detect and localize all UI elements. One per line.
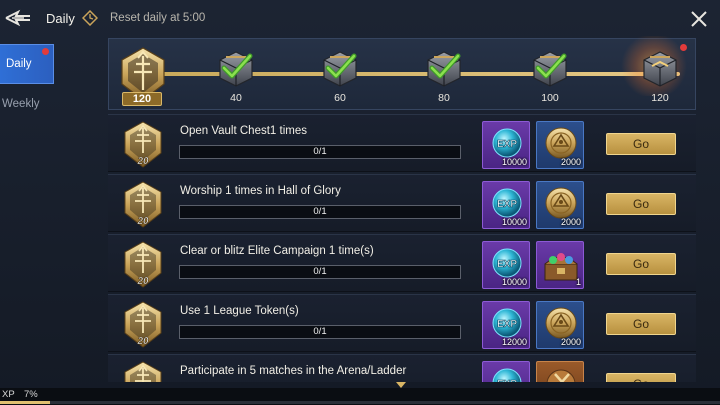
xp-label: XP: [2, 389, 15, 400]
task-row: 20 Participate in 5 matches in the Arena/…: [108, 354, 696, 382]
reward-slot[interactable]: 1: [536, 241, 584, 289]
milestone-chest-icon[interactable]: [420, 46, 468, 90]
go-button[interactable]: Go: [606, 373, 676, 382]
reward-slot[interactable]: [536, 361, 584, 382]
reward-amount: 12000: [501, 337, 527, 347]
task-description: Participate in 5 matches in the Arena/La…: [180, 365, 407, 377]
task-progress-text: 0/1: [313, 326, 327, 337]
reward-amount: 2000: [560, 157, 581, 167]
task-description: Worship 1 times in Hall of Glory: [180, 185, 341, 197]
reward-slot[interactable]: EXP: [482, 361, 530, 382]
reward-amount: 10000: [501, 277, 527, 287]
reward-slot[interactable]: EXP 10000: [482, 121, 530, 169]
task-progress-bar: 0/1: [179, 205, 461, 219]
xp-percent: 7%: [24, 389, 38, 400]
go-button[interactable]: Go: [606, 133, 676, 155]
tab-daily[interactable]: Daily: [0, 44, 54, 84]
task-progress-text: 0/1: [313, 206, 327, 217]
reward-amount: 10000: [501, 157, 527, 167]
reward-amount: 2000: [560, 337, 581, 347]
reward-amount: 2000: [560, 217, 581, 227]
milestone-chest-icon[interactable]: [316, 46, 364, 90]
milestone-chest-icon[interactable]: [526, 46, 574, 90]
tab-weekly-label: Weekly: [2, 98, 40, 110]
reset-time-text: Reset daily at 5:00: [110, 12, 206, 24]
task-progress-bar: 0/1: [179, 325, 461, 339]
reward-slot[interactable]: EXP 10000: [482, 181, 530, 229]
tab-daily-label: Daily: [6, 58, 32, 70]
task-row: 20 Clear or blitz Elite Campaign 1 time(s…: [108, 234, 696, 292]
reward-amount: 10000: [501, 217, 527, 227]
milestone-points-label: 120: [651, 92, 669, 104]
milestone-chest-icon[interactable]: [212, 46, 260, 90]
go-button[interactable]: Go: [606, 193, 676, 215]
task-badge-points: 20: [136, 276, 149, 287]
milestone-points-label: 60: [334, 92, 346, 104]
header-bar: Daily Reset daily at 5:00: [0, 0, 720, 38]
page-title: Daily: [46, 11, 75, 26]
task-description: Open Vault Chest1 times: [180, 125, 307, 137]
tab-weekly[interactable]: Weekly: [0, 98, 54, 122]
svg-text:EXP: EXP: [497, 199, 517, 210]
task-row: 20 Use 1 League Token(s) 0/1 EXP 12000 2000 Go: [108, 294, 696, 352]
reward-slot[interactable]: 2000: [536, 121, 584, 169]
task-badge-points: 20: [136, 336, 149, 347]
milestone-notification-dot: [680, 44, 687, 51]
svg-text:EXP: EXP: [497, 259, 517, 270]
task-row: 20 Worship 1 times in Hall of Glory 0/1 EXP…: [108, 174, 696, 232]
task-description: Use 1 League Token(s): [180, 305, 299, 317]
back-arrow-icon[interactable]: [4, 6, 32, 30]
task-progress-text: 0/1: [313, 146, 327, 157]
reward-slot[interactable]: 2000: [536, 181, 584, 229]
go-button[interactable]: Go: [606, 313, 676, 335]
milestone-points-label: 40: [230, 92, 242, 104]
reward-slot[interactable]: 2000: [536, 301, 584, 349]
sword-crest-icon: [546, 369, 576, 382]
task-points-badge-icon: 20: [124, 301, 162, 348]
diamond-clock-icon: [82, 10, 98, 26]
svg-text:EXP: EXP: [497, 139, 517, 150]
task-row: 20 Open Vault Chest1 times 0/1 EXP 10000 2000…: [108, 114, 696, 172]
exp-orb-icon: EXP: [492, 368, 522, 382]
task-description: Clear or blitz Elite Campaign 1 time(s): [180, 245, 374, 257]
svg-text:EXP: EXP: [497, 319, 517, 330]
xp-fill: [0, 401, 51, 404]
xp-track: [0, 401, 720, 404]
milestone-chest-icon[interactable]: [636, 46, 684, 90]
task-badge-points: 20: [136, 216, 149, 227]
close-icon[interactable]: [688, 8, 710, 30]
task-list: 20 Open Vault Chest1 times 0/1 EXP 10000 2000…: [108, 114, 696, 382]
svg-text:EXP: EXP: [497, 379, 517, 382]
task-points-badge-icon: 20: [124, 181, 162, 228]
task-points-badge-icon: 20: [124, 121, 162, 168]
task-badge-points: 20: [136, 156, 149, 167]
current-points: 120: [122, 92, 162, 106]
notification-dot: [42, 48, 49, 55]
task-progress-text: 0/1: [313, 266, 327, 277]
task-progress-bar: 0/1: [179, 145, 461, 159]
sidebar: Daily Weekly: [0, 40, 56, 380]
milestone-points-label: 100: [541, 92, 559, 104]
reward-slot[interactable]: EXP 10000: [482, 241, 530, 289]
milestone-points-label: 80: [438, 92, 450, 104]
task-progress-bar: 0/1: [179, 265, 461, 279]
task-points-badge-icon: 20: [124, 361, 162, 382]
task-points-badge-icon: 20: [124, 241, 162, 288]
reward-amount: 1: [575, 277, 581, 287]
go-button[interactable]: Go: [606, 253, 676, 275]
reward-slot[interactable]: EXP 12000: [482, 301, 530, 349]
